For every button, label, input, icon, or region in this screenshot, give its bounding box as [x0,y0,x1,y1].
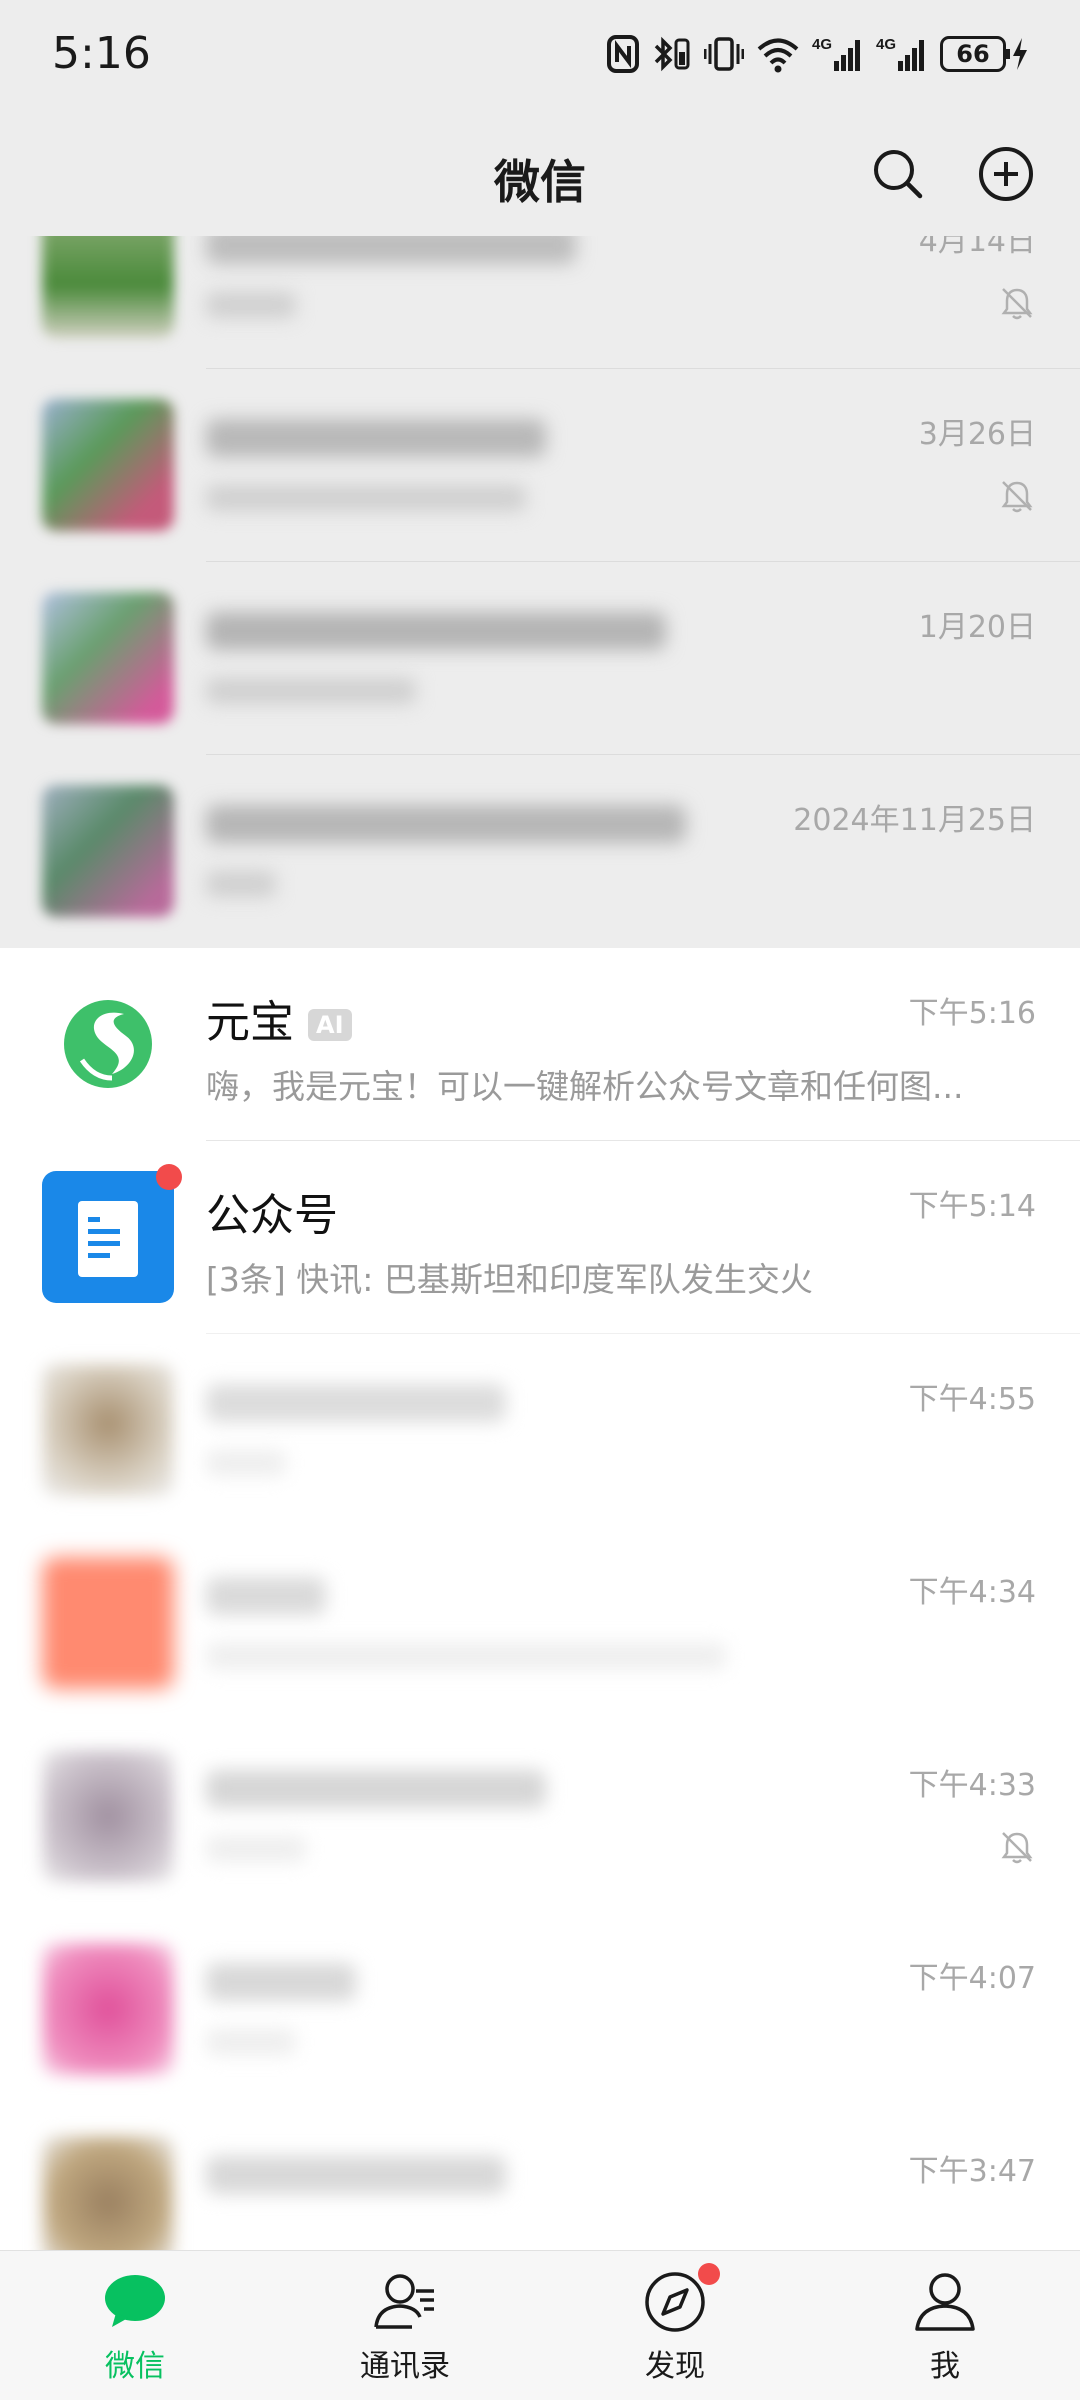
chat-item[interactable]: 4月14日 [0,236,1080,369]
battery-level: 66 [940,36,1006,72]
mute-bell-icon [1001,481,1033,513]
chat-list[interactable]: 4月14日 3月26日 1月20日 2024年11月25日 元宝 AI 嗨，我是… [0,236,1080,2250]
mute-bell-icon [1001,1832,1033,1864]
blurred-name [206,1963,356,2001]
blurred-message [206,1643,726,1669]
chat-time: 下午5:14 [908,1189,1036,1224]
blurred-name [206,2156,506,2194]
chat-item[interactable]: 下午3:47 [0,2106,1080,2250]
chat-time: 1月20日 [918,610,1036,645]
chat-preview: 嗨，我是元宝！可以一键解析公众号文章和任何图... [206,1067,964,1106]
blurred-name [206,1384,506,1422]
blurred-message [206,871,276,897]
blurred-message [206,678,416,704]
tab-label: 微信 [105,2349,165,2384]
chat-time: 下午4:07 [908,1961,1036,1996]
chat-time: 2024年11月25日 [793,803,1036,838]
blurred-message [206,1450,286,1476]
chat-item-yuanbao[interactable]: 元宝 AI 嗨，我是元宝！可以一键解析公众号文章和任何图... 下午5:16 [0,948,1080,1141]
add-icon[interactable] [978,146,1034,202]
discover-badge-dot [698,2263,720,2285]
blurred-name [206,1770,546,1808]
avatar [42,1943,174,2075]
tab-contacts[interactable]: 通讯录 [270,2251,540,2400]
search-icon[interactable] [870,146,926,202]
chat-time: 3月26日 [918,417,1036,452]
chat-bubble-icon [105,2275,165,2327]
charging-icon [1006,38,1027,70]
tab-chats[interactable]: 微信 [0,2251,270,2400]
chat-item[interactable]: 下午4:55 [0,1334,1080,1527]
tab-me[interactable]: 我 [810,2251,1080,2400]
chat-time: 下午5:16 [908,996,1036,1031]
signal-4g-icon: 4G [812,36,860,71]
avatar [42,1557,174,1689]
chat-preview: [3条] 快讯: 巴基斯坦和印度军队发生交火 [206,1260,813,1299]
official-accounts-icon [78,1201,138,1277]
tab-discover[interactable]: 发现 [540,2251,810,2400]
blurred-name [206,419,546,457]
chat-item[interactable]: 3月26日 [0,369,1080,562]
person-icon [915,2273,975,2331]
blurred-name [206,1577,326,1615]
ai-badge: AI [308,1009,352,1041]
vibrate-icon [704,37,744,71]
blurred-message [206,2029,296,2055]
wifi-icon [757,38,799,73]
signal-4g-icon-2: 4G [876,36,924,71]
yuanbao-logo-icon [64,1000,152,1088]
status-bar: 5:16 4G 4G 66 [0,0,1080,120]
avatar [42,399,174,531]
blurred-name [206,612,666,650]
blurred-message [206,485,526,511]
chat-time: 4月14日 [918,236,1036,259]
avatar [42,1171,174,1303]
unread-dot [156,1164,182,1190]
wechat-app: 5:16 4G 4G 66 微信 4月14日 3月26日 1月20日 2024年… [0,0,1080,2400]
chat-item[interactable]: 2024年11月25日 [0,755,1080,948]
chat-time: 下午4:34 [908,1575,1036,1610]
svg-text:4G: 4G [876,36,896,53]
tab-label: 通讯录 [360,2349,450,2384]
chat-name-text: 元宝 [206,997,294,1048]
status-time: 5:16 [52,28,151,79]
blurred-name [206,236,576,264]
chat-name: 元宝 AI [206,986,352,1050]
nfc-icon [607,35,639,73]
blurred-message [206,292,296,318]
chat-item[interactable]: 下午4:33 [0,1720,1080,1913]
chat-item[interactable]: 1月20日 [0,562,1080,755]
blurred-message [206,1836,306,1862]
compass-icon [645,2272,705,2332]
svg-text:4G: 4G [812,36,832,53]
chat-time: 下午3:47 [908,2154,1036,2189]
chat-name: 公众号 [206,1190,338,1241]
status-icons: 4G 4G 66 [606,34,1030,74]
chat-time: 下午4:33 [908,1768,1036,1803]
contacts-icon [374,2274,434,2329]
blurred-name [206,805,686,843]
avatar [42,236,174,338]
avatar [42,1750,174,1882]
bottom-tab-bar: 微信 通讯录 发现 我 [0,2250,1080,2400]
tab-label: 我 [930,2349,960,2384]
avatar [42,592,174,724]
chat-time: 下午4:55 [908,1382,1036,1417]
chat-item[interactable]: 下午4:34 [0,1527,1080,1720]
avatar [42,978,174,1110]
avatar [42,2136,174,2250]
tab-label: 发现 [645,2349,705,2384]
avatar [42,1364,174,1496]
chat-item-official-accounts[interactable]: 公众号 [3条] 快讯: 巴基斯坦和印度军队发生交火 下午5:14 [0,1141,1080,1334]
avatar [42,785,174,917]
mute-bell-icon [1001,288,1033,320]
bluetooth-battery-icon [654,36,690,72]
chat-item[interactable]: 下午4:07 [0,1913,1080,2106]
battery-indicator: 66 [940,34,1030,74]
